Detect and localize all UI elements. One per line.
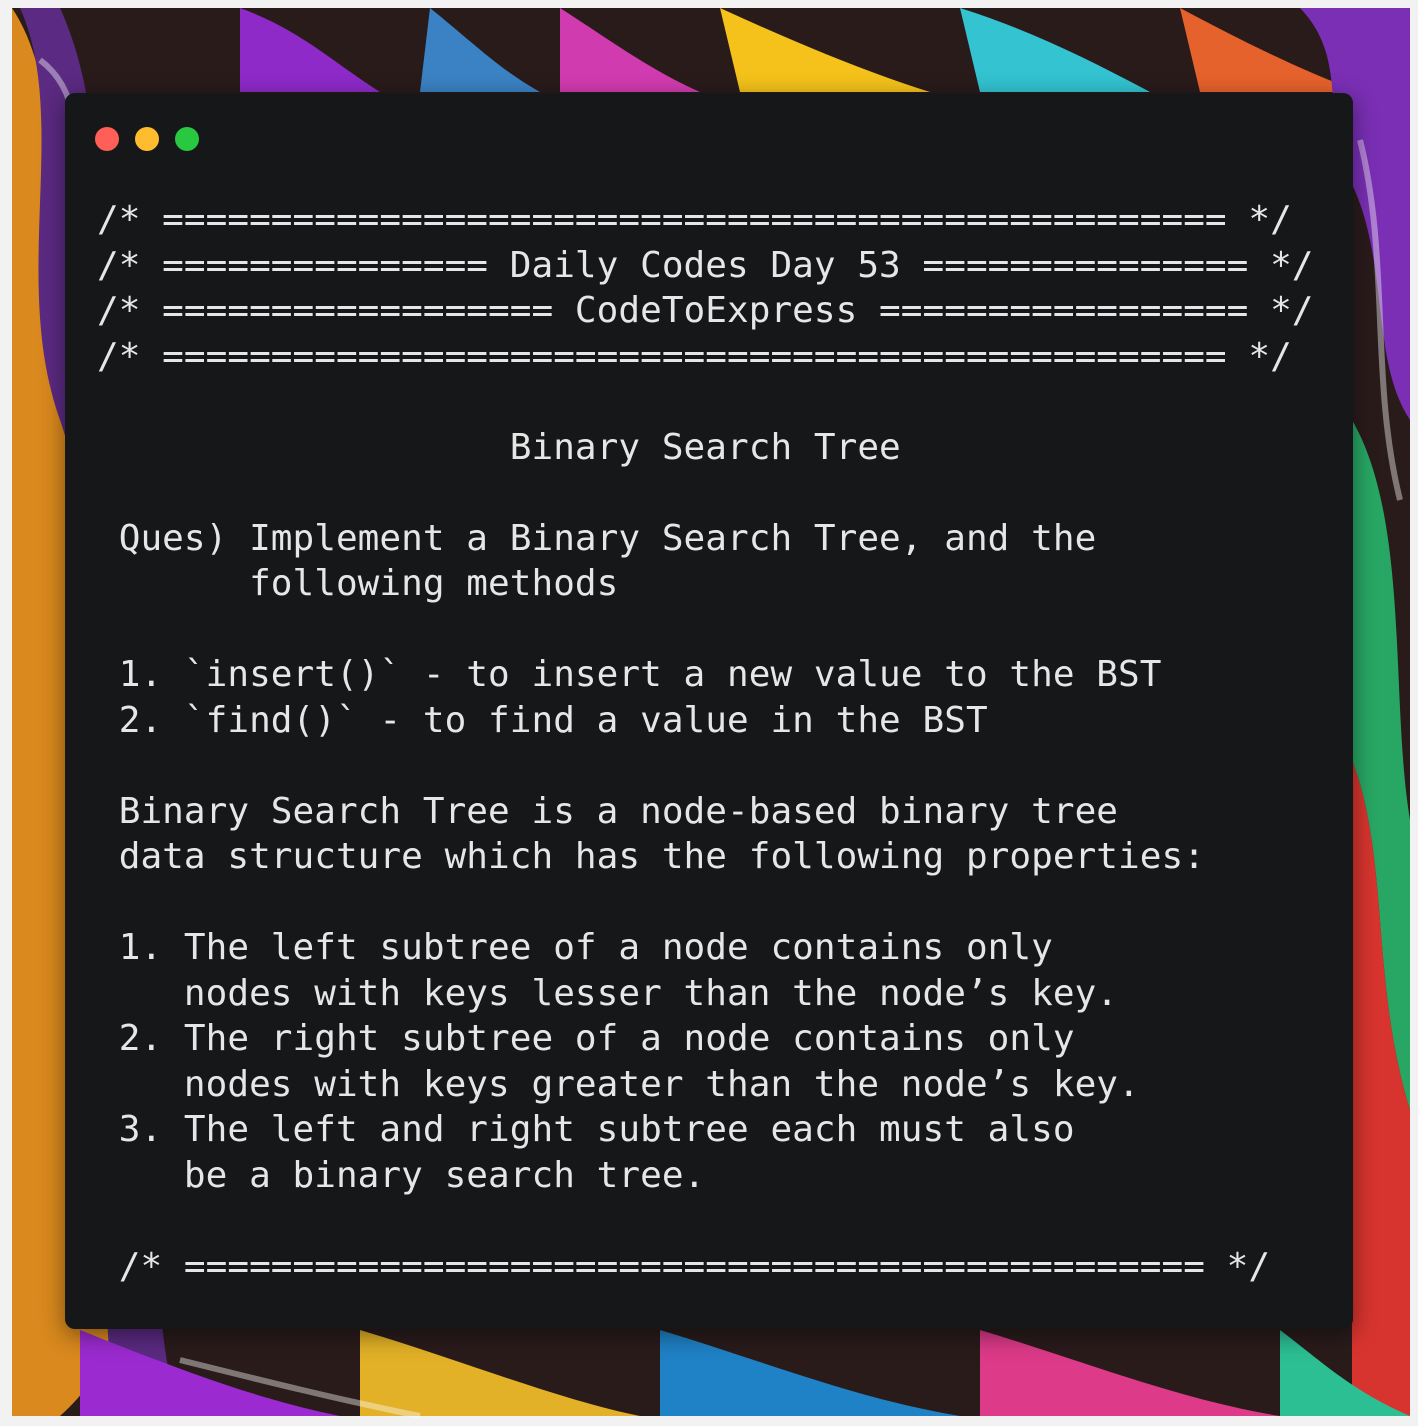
code-block: /* =====================================… <box>97 197 1314 1289</box>
property-2-line-2: nodes with keys greater than the node’s … <box>97 1063 1140 1105</box>
minimize-dot[interactable] <box>135 127 159 151</box>
method-find: 2. `find()` - to find a value in the BST <box>97 699 988 741</box>
header-border-bottom: /* =====================================… <box>97 335 1292 377</box>
property-3-line-1: 3. The left and right subtree each must … <box>97 1109 1075 1150</box>
property-2-line-1: 2. The right subtree of a node contains … <box>97 1018 1075 1059</box>
close-dot[interactable] <box>95 127 119 151</box>
question-line-2: following methods <box>97 563 619 604</box>
property-1-line-2: nodes with keys lesser than the node’s k… <box>97 972 1119 1014</box>
topic-title: Binary Search Tree <box>97 426 901 468</box>
definition-line-2: data structure which has the following p… <box>97 836 1205 877</box>
question-line-1: Ques) Implement a Binary Search Tree, an… <box>97 517 1097 559</box>
image-canvas: /* =====================================… <box>0 0 1418 1426</box>
header-brand-line: /* ================== CodeToExpress ====… <box>97 290 1314 331</box>
header-title-line: /* =============== Daily Codes Day 53 ==… <box>97 244 1314 286</box>
property-3-line-2: be a binary search tree. <box>97 1154 706 1196</box>
method-insert: 1. `insert()` - to insert a new value to… <box>97 654 1162 695</box>
code-editor-window: /* =====================================… <box>65 93 1353 1329</box>
definition-line-1: Binary Search Tree is a node-based binar… <box>97 790 1119 832</box>
property-1-line-1: 1. The left subtree of a node contains o… <box>97 927 1053 968</box>
header-border-top: /* =====================================… <box>97 199 1292 240</box>
window-controls <box>95 127 215 151</box>
zoom-dot[interactable] <box>175 127 199 151</box>
footer-border: /* =====================================… <box>97 1245 1271 1287</box>
